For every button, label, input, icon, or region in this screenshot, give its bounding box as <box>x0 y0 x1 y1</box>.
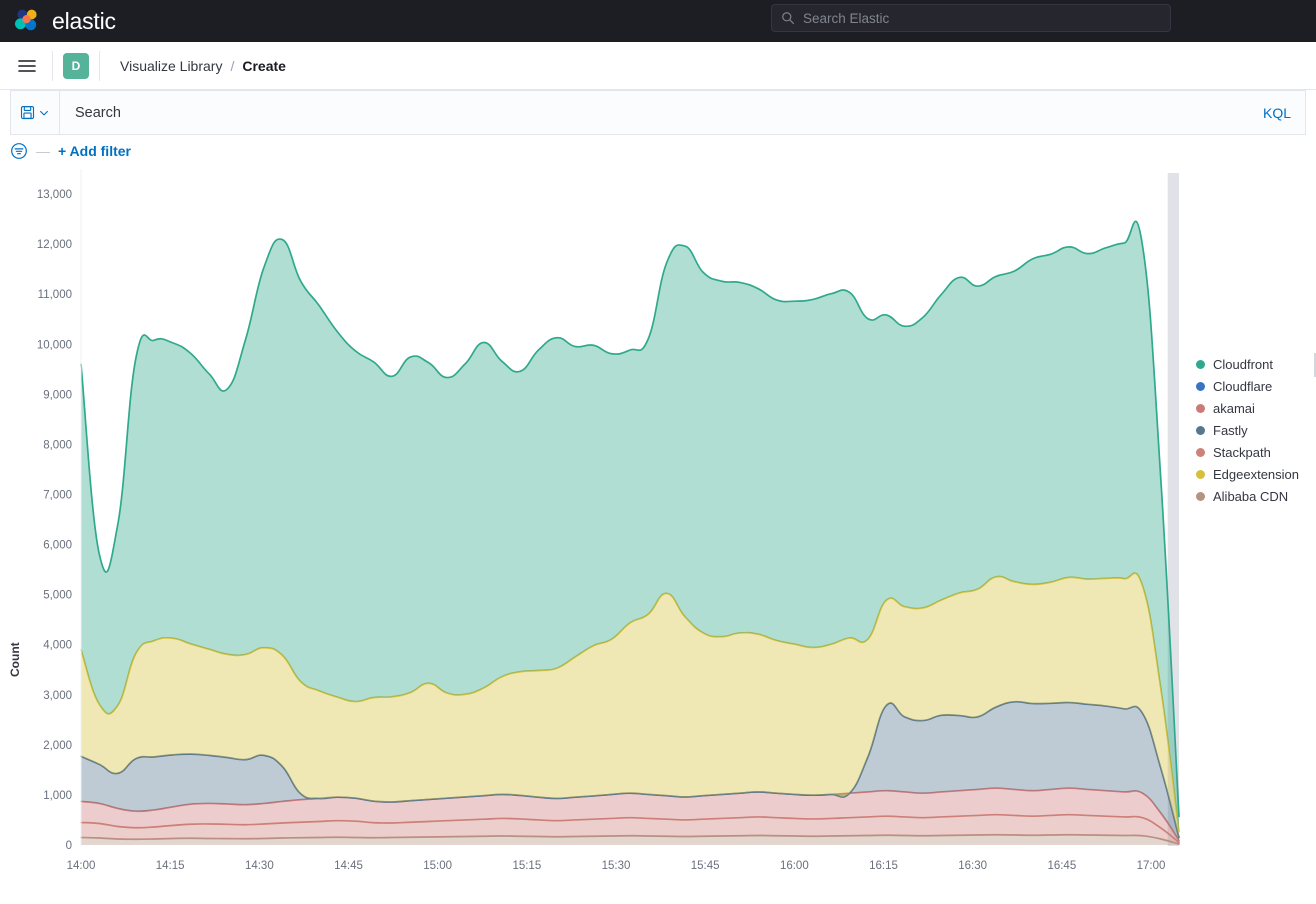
global-search-placeholder: Search Elastic <box>803 10 890 26</box>
legend-item-label: Cloudflare <box>1213 378 1273 394</box>
add-filter-button[interactable]: + Add filter <box>58 143 131 159</box>
legend-color-dot <box>1196 491 1205 501</box>
x-axis-tick-label: 16:15 <box>869 860 898 872</box>
legend-item-akamai[interactable]: akamai <box>1196 397 1316 419</box>
y-axis-tick-label: 0 <box>66 840 72 852</box>
filter-dash: — <box>36 143 50 159</box>
legend-item-stackpath[interactable]: Stackpath <box>1196 441 1316 463</box>
x-axis-tick-label: 14:00 <box>67 860 96 872</box>
legend-item-label: Stackpath <box>1213 444 1271 460</box>
legend-item-label: akamai <box>1213 400 1255 416</box>
x-axis-tick-label: 16:30 <box>958 860 987 872</box>
chart-legend: Cloudfront Cloudflare akamai Fastly Stac… <box>1196 353 1316 507</box>
y-axis-tick-label: 9,000 <box>43 389 72 401</box>
x-axis: 14:00 14:15 14:30 14:45 15:00 15:15 15:30 15:45… <box>67 860 1166 872</box>
breadcrumb: Visualize Library / Create <box>120 58 286 74</box>
chart-region: Count 0 1,000 2,000 3,000 4,000 5,000 6,000 7,0… <box>0 167 1316 883</box>
brand[interactable]: elastic <box>12 6 116 36</box>
legend-color-dot <box>1196 425 1205 435</box>
legend-item-cloudflare[interactable]: Cloudflare <box>1196 375 1316 397</box>
filter-funnel-icon[interactable] <box>10 142 28 160</box>
legend-item-fastly[interactable]: Fastly <box>1196 419 1316 441</box>
x-axis-tick-label: 16:45 <box>1047 860 1076 872</box>
x-axis-tick-label: 15:30 <box>602 860 631 872</box>
save-disk-icon <box>20 105 35 120</box>
y-axis: 0 1,000 2,000 3,000 4,000 5,000 6,000 7,000 8,00… <box>37 169 82 852</box>
legend-item-label: Alibaba CDN <box>1213 488 1289 504</box>
x-axis-tick-label: 14:15 <box>156 860 185 872</box>
x-axis-tick-label: 14:30 <box>245 860 274 872</box>
chart-areas <box>80 220 1180 845</box>
breadcrumb-item-visualize-library[interactable]: Visualize Library <box>120 58 222 74</box>
x-axis-tick-label: 15:15 <box>512 860 541 872</box>
stacked-area-chart[interactable]: 0 1,000 2,000 3,000 4,000 5,000 6,000 7,000 8,00… <box>0 167 1316 883</box>
global-header: elastic Search Elastic <box>0 0 1316 42</box>
y-axis-tick-label: 8,000 <box>43 439 72 451</box>
y-axis-tick-label: 6,000 <box>43 540 72 552</box>
x-axis-tick-label: 15:00 <box>423 860 452 872</box>
legend-item-label: Fastly <box>1213 422 1248 438</box>
breadcrumb-separator: / <box>230 57 235 74</box>
search-icon <box>781 11 795 25</box>
breadcrumb-bar: D Visualize Library / Create <box>0 42 1316 90</box>
legend-color-dot <box>1196 469 1205 479</box>
legend-color-dot <box>1196 447 1205 457</box>
divider <box>52 50 53 81</box>
y-axis-tick-label: 13,000 <box>37 189 72 201</box>
saved-query-button[interactable] <box>11 91 60 134</box>
legend-item-cloudfront[interactable]: Cloudfront <box>1196 353 1316 375</box>
x-axis-tick-label: 14:45 <box>334 860 363 872</box>
filter-bar: — + Add filter <box>0 135 1316 167</box>
y-axis-tick-label: 10,000 <box>37 339 72 351</box>
legend-color-dot <box>1196 403 1205 413</box>
x-axis-tick-label: 16:00 <box>780 860 809 872</box>
elastic-logo-icon <box>12 6 42 36</box>
x-axis-tick-label: 15:45 <box>691 860 720 872</box>
legend-item-label: Edgeextension <box>1213 466 1300 482</box>
brand-name: elastic <box>52 7 116 34</box>
y-axis-tick-label: 12,000 <box>37 239 72 251</box>
legend-item-alibaba-cdn[interactable]: Alibaba CDN <box>1196 485 1316 507</box>
x-axis-tick-label: 17:00 <box>1137 860 1166 872</box>
y-axis-tick-label: 7,000 <box>43 489 72 501</box>
y-axis-tick-label: 1,000 <box>43 790 72 802</box>
y-axis-tick-label: 2,000 <box>43 740 72 752</box>
breadcrumb-item-create: Create <box>242 57 286 74</box>
legend-color-dot <box>1196 359 1205 369</box>
y-axis-tick-label: 3,000 <box>43 690 72 702</box>
divider <box>99 50 100 81</box>
y-axis-tick-label: 11,000 <box>38 289 72 301</box>
query-bar: KQL <box>10 90 1306 135</box>
legend-item-edgeextension[interactable]: Edgeextension <box>1196 463 1316 485</box>
legend-color-dot <box>1196 381 1205 391</box>
chevron-down-icon <box>38 107 50 119</box>
search-input[interactable] <box>75 104 1249 121</box>
space-avatar[interactable]: D <box>63 52 89 79</box>
hamburger-menu-icon[interactable] <box>12 51 42 81</box>
legend-item-label: Cloudfront <box>1213 356 1273 372</box>
query-language-button[interactable]: KQL <box>1249 91 1305 134</box>
query-input-wrapper[interactable] <box>60 91 1249 134</box>
y-axis-tick-label: 5,000 <box>43 590 72 602</box>
global-search[interactable]: Search Elastic <box>771 4 1171 32</box>
y-axis-tick-label: 4,000 <box>43 640 72 652</box>
